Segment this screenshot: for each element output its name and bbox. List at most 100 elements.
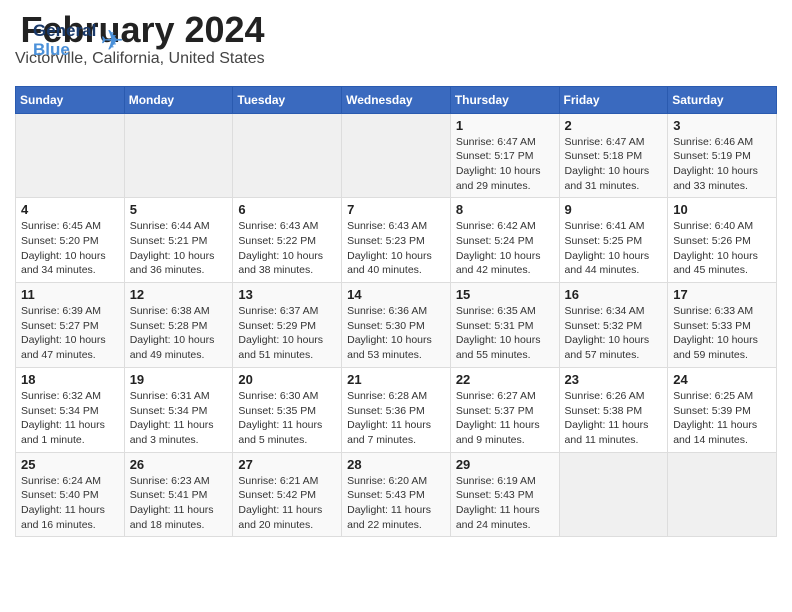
day-info: Sunrise: 6:41 AM Sunset: 5:25 PM Dayligh… — [565, 219, 663, 278]
calendar-cell — [559, 452, 668, 537]
day-number: 29 — [456, 457, 554, 472]
day-number: 9 — [565, 202, 663, 217]
day-info: Sunrise: 6:23 AM Sunset: 5:41 PM Dayligh… — [130, 474, 228, 533]
calendar-cell: 6 Sunrise: 6:43 AM Sunset: 5:22 PM Daylig… — [233, 198, 342, 283]
day-number: 7 — [347, 202, 445, 217]
day-number: 8 — [456, 202, 554, 217]
calendar-cell: 23 Sunrise: 6:26 AM Sunset: 5:38 PM Dayli… — [559, 367, 668, 452]
day-info: Sunrise: 6:25 AM Sunset: 5:39 PM Dayligh… — [673, 389, 771, 448]
calendar-cell: 3 Sunrise: 6:46 AM Sunset: 5:19 PM Daylig… — [668, 113, 777, 198]
weekday-header: Monday — [124, 86, 233, 113]
day-info: Sunrise: 6:35 AM Sunset: 5:31 PM Dayligh… — [456, 304, 554, 363]
day-number: 2 — [565, 118, 663, 133]
calendar-cell: 20 Sunrise: 6:30 AM Sunset: 5:35 PM Dayli… — [233, 367, 342, 452]
day-info: Sunrise: 6:46 AM Sunset: 5:19 PM Dayligh… — [673, 135, 771, 194]
day-number: 26 — [130, 457, 228, 472]
weekday-header: Friday — [559, 86, 668, 113]
day-info: Sunrise: 6:39 AM Sunset: 5:27 PM Dayligh… — [21, 304, 119, 363]
calendar-cell: 22 Sunrise: 6:27 AM Sunset: 5:37 PM Dayli… — [450, 367, 559, 452]
day-info: Sunrise: 6:19 AM Sunset: 5:43 PM Dayligh… — [456, 474, 554, 533]
day-info: Sunrise: 6:42 AM Sunset: 5:24 PM Dayligh… — [456, 219, 554, 278]
day-info: Sunrise: 6:30 AM Sunset: 5:35 PM Dayligh… — [238, 389, 336, 448]
calendar-cell: 2 Sunrise: 6:47 AM Sunset: 5:18 PM Daylig… — [559, 113, 668, 198]
calendar-cell — [124, 113, 233, 198]
day-info: Sunrise: 6:47 AM Sunset: 5:17 PM Dayligh… — [456, 135, 554, 194]
calendar-cell: 19 Sunrise: 6:31 AM Sunset: 5:34 PM Dayli… — [124, 367, 233, 452]
day-info: Sunrise: 6:33 AM Sunset: 5:33 PM Dayligh… — [673, 304, 771, 363]
day-info: Sunrise: 6:24 AM Sunset: 5:40 PM Dayligh… — [21, 474, 119, 533]
calendar-week-row: 18 Sunrise: 6:32 AM Sunset: 5:34 PM Dayli… — [16, 367, 777, 452]
calendar-cell: 5 Sunrise: 6:44 AM Sunset: 5:21 PM Daylig… — [124, 198, 233, 283]
logo: General Blue ✈ — [33, 22, 124, 59]
calendar-cell: 13Sunrise: 6:37 AM Sunset: 5:29 PM Dayli… — [233, 283, 342, 368]
day-info: Sunrise: 6:26 AM Sunset: 5:38 PM Dayligh… — [565, 389, 663, 448]
calendar-cell: 15 Sunrise: 6:35 AM Sunset: 5:31 PM Dayli… — [450, 283, 559, 368]
day-info: Sunrise: 6:34 AM Sunset: 5:32 PM Dayligh… — [565, 304, 663, 363]
day-number: 5 — [130, 202, 228, 217]
day-info: Sunrise: 6:36 AM Sunset: 5:30 PM Dayligh… — [347, 304, 445, 363]
day-number: 20 — [238, 372, 336, 387]
calendar-week-row: 1 Sunrise: 6:47 AM Sunset: 5:17 PM Daylig… — [16, 113, 777, 198]
day-info: Sunrise: 6:44 AM Sunset: 5:21 PM Dayligh… — [130, 219, 228, 278]
day-info: Sunrise: 6:43 AM Sunset: 5:22 PM Dayligh… — [238, 219, 336, 278]
day-info: Sunrise: 6:31 AM Sunset: 5:34 PM Dayligh… — [130, 389, 228, 448]
calendar-cell — [16, 113, 125, 198]
day-info: Sunrise: 6:38 AM Sunset: 5:28 PM Dayligh… — [130, 304, 228, 363]
calendar-cell: 27 Sunrise: 6:21 AM Sunset: 5:42 PM Dayli… — [233, 452, 342, 537]
calendar-cell: 7Sunrise: 6:43 AM Sunset: 5:23 PM Daylig… — [342, 198, 451, 283]
logo-bird-icon: ✈ — [100, 27, 123, 55]
calendar-cell: 17 Sunrise: 6:33 AM Sunset: 5:33 PM Dayli… — [668, 283, 777, 368]
calendar-cell: 16 Sunrise: 6:34 AM Sunset: 5:32 PM Dayli… — [559, 283, 668, 368]
day-number: 15 — [456, 287, 554, 302]
day-number: 3 — [673, 118, 771, 133]
day-number: 22 — [456, 372, 554, 387]
calendar-cell: 26 Sunrise: 6:23 AM Sunset: 5:41 PM Dayli… — [124, 452, 233, 537]
calendar-cell: 28Sunrise: 6:20 AM Sunset: 5:43 PM Dayli… — [342, 452, 451, 537]
calendar-cell: 9 Sunrise: 6:41 AM Sunset: 5:25 PM Daylig… — [559, 198, 668, 283]
day-info: Sunrise: 6:37 AM Sunset: 5:29 PM Dayligh… — [238, 304, 336, 363]
day-info: Sunrise: 6:27 AM Sunset: 5:37 PM Dayligh… — [456, 389, 554, 448]
calendar-cell: 29 Sunrise: 6:19 AM Sunset: 5:43 PM Dayli… — [450, 452, 559, 537]
day-number: 19 — [130, 372, 228, 387]
calendar-cell: 24Sunrise: 6:25 AM Sunset: 5:39 PM Dayli… — [668, 367, 777, 452]
calendar-cell: 25 Sunrise: 6:24 AM Sunset: 5:40 PM Dayli… — [16, 452, 125, 537]
day-number: 17 — [673, 287, 771, 302]
day-info: Sunrise: 6:32 AM Sunset: 5:34 PM Dayligh… — [21, 389, 119, 448]
day-info: Sunrise: 6:47 AM Sunset: 5:18 PM Dayligh… — [565, 135, 663, 194]
calendar-cell: 14 Sunrise: 6:36 AM Sunset: 5:30 PM Dayli… — [342, 283, 451, 368]
weekday-header: Thursday — [450, 86, 559, 113]
weekday-header: Sunday — [16, 86, 125, 113]
day-number: 10 — [673, 202, 771, 217]
day-info: Sunrise: 6:20 AM Sunset: 5:43 PM Dayligh… — [347, 474, 445, 533]
logo-text-line1: General — [33, 22, 96, 41]
calendar-week-row: 11 Sunrise: 6:39 AM Sunset: 5:27 PM Dayli… — [16, 283, 777, 368]
weekday-header-row: SundayMondayTuesdayWednesdayThursdayFrid… — [16, 86, 777, 113]
day-number: 11 — [21, 287, 119, 302]
day-number: 4 — [21, 202, 119, 217]
day-number: 6 — [238, 202, 336, 217]
calendar-cell — [342, 113, 451, 198]
day-number: 1 — [456, 118, 554, 133]
weekday-header: Wednesday — [342, 86, 451, 113]
day-number: 16 — [565, 287, 663, 302]
day-info: Sunrise: 6:21 AM Sunset: 5:42 PM Dayligh… — [238, 474, 336, 533]
calendar-cell: 4Sunrise: 6:45 AM Sunset: 5:20 PM Daylig… — [16, 198, 125, 283]
day-info: Sunrise: 6:28 AM Sunset: 5:36 PM Dayligh… — [347, 389, 445, 448]
calendar-cell: 18 Sunrise: 6:32 AM Sunset: 5:34 PM Dayli… — [16, 367, 125, 452]
day-number: 21 — [347, 372, 445, 387]
day-number: 25 — [21, 457, 119, 472]
calendar-cell: 10 Sunrise: 6:40 AM Sunset: 5:26 PM Dayli… — [668, 198, 777, 283]
day-number: 18 — [21, 372, 119, 387]
calendar-table: SundayMondayTuesdayWednesdayThursdayFrid… — [15, 86, 777, 538]
calendar-cell: 12 Sunrise: 6:38 AM Sunset: 5:28 PM Dayli… — [124, 283, 233, 368]
day-number: 12 — [130, 287, 228, 302]
logo-text-line2: Blue — [33, 41, 96, 60]
calendar-cell — [668, 452, 777, 537]
day-number: 27 — [238, 457, 336, 472]
day-info: Sunrise: 6:40 AM Sunset: 5:26 PM Dayligh… — [673, 219, 771, 278]
calendar-cell: 8 Sunrise: 6:42 AM Sunset: 5:24 PM Daylig… — [450, 198, 559, 283]
weekday-header: Tuesday — [233, 86, 342, 113]
day-number: 14 — [347, 287, 445, 302]
day-number: 23 — [565, 372, 663, 387]
calendar-cell: 1 Sunrise: 6:47 AM Sunset: 5:17 PM Daylig… — [450, 113, 559, 198]
